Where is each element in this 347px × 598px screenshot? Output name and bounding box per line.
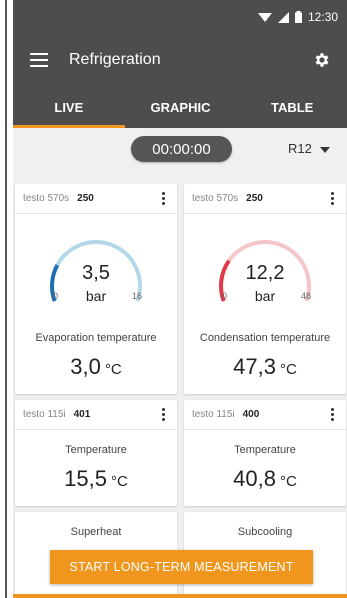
reading-label: Condensation temperature	[199, 332, 331, 344]
device-name: testo 115i	[192, 409, 235, 420]
reading-value: 15,5 °C	[15, 466, 177, 492]
gauge-min-label: 0	[53, 291, 59, 301]
dropdown-arrow-icon	[319, 141, 330, 156]
temperature-card-2: testo 115i 400 Temperature 40,8 °C	[184, 400, 346, 506]
evaporation-card: testo 570s 250 3,5 bar 0 16 Evaporation …	[15, 184, 177, 394]
reading-number: 15,5	[64, 466, 107, 491]
reading-unit: °C	[279, 361, 297, 378]
tab-table[interactable]: TABLE	[236, 86, 347, 128]
device-name: testo 570s	[23, 193, 70, 204]
gauge-max-label: 48	[301, 291, 312, 301]
reading-unit: °C	[104, 361, 122, 378]
reading-number: 47,3	[233, 354, 276, 379]
refrigerant-value: R12	[288, 141, 312, 156]
more-vert-icon[interactable]	[157, 408, 169, 421]
reading-number: 40,8	[233, 466, 276, 491]
gauge-unit: bar	[254, 288, 276, 304]
app-bar: Refrigeration	[13, 34, 347, 86]
reading-value: 3,0 °C	[15, 354, 177, 380]
menu-icon[interactable]	[27, 48, 51, 72]
device-serial: 400	[242, 409, 260, 420]
gauge-unit: bar	[85, 288, 107, 304]
reading-value: 40,8 °C	[184, 466, 346, 492]
reading-value: 47,3 °C	[184, 354, 346, 380]
gauge-value: 12,2	[245, 262, 285, 284]
refrigerant-selector[interactable]: R12	[288, 141, 330, 156]
gauge-max-label: 16	[132, 291, 143, 301]
reading-label: Subcooling	[237, 526, 293, 538]
pressure-gauge: 12,2 bar	[184, 214, 346, 314]
temperature-card-1: testo 115i 401 Temperature 15,5 °C	[15, 400, 177, 506]
wifi-icon	[257, 12, 272, 23]
condensation-card: testo 570s 250 12,2 bar 0 48 Condensatio…	[184, 184, 346, 394]
more-vert-icon[interactable]	[326, 408, 338, 421]
accent-bottom-bar	[13, 594, 347, 598]
tab-bar: LIVE GRAPHIC TABLE	[13, 86, 347, 128]
tab-live[interactable]: LIVE	[13, 86, 125, 128]
device-name: testo 570s	[192, 193, 239, 204]
reading-label: Temperature	[234, 444, 296, 456]
frame-border-left	[5, 0, 7, 598]
pressure-gauge: 3,5 bar	[15, 214, 177, 314]
card-header: testo 570s 250	[15, 184, 177, 214]
measurement-timer: 00:00:00	[131, 136, 232, 162]
card-header: testo 115i 401	[15, 400, 177, 430]
reading-unit: °C	[279, 473, 297, 490]
gauge-min-label: 0	[222, 291, 228, 301]
reading-label: Evaporation temperature	[35, 332, 157, 344]
battery-icon	[294, 11, 302, 23]
device-name: testo 115i	[23, 409, 66, 420]
gauge-value: 3,5	[82, 262, 110, 284]
card-header: testo 570s 250	[184, 184, 346, 214]
signal-icon	[277, 11, 289, 23]
tab-graphic[interactable]: GRAPHIC	[125, 86, 237, 128]
phone-screen: 12:30 Refrigeration LIVE GRAPHIC TABLE 0…	[13, 0, 347, 598]
more-vert-icon[interactable]	[157, 192, 169, 205]
app-title: Refrigeration	[69, 51, 161, 68]
reading-label: Superheat	[70, 526, 122, 538]
status-time: 12:30	[307, 10, 338, 24]
reading-label: Temperature	[65, 444, 127, 456]
settings-gear-icon[interactable]	[310, 48, 334, 72]
device-serial: 250	[246, 193, 263, 204]
timer-row: 00:00:00 R12	[13, 128, 347, 168]
more-vert-icon[interactable]	[326, 192, 338, 205]
device-serial: 250	[77, 193, 94, 204]
card-header: testo 115i 400	[184, 400, 346, 430]
reading-unit: °C	[110, 473, 128, 490]
reading-number: 3,0	[70, 354, 101, 379]
device-serial: 401	[73, 409, 91, 420]
start-long-term-measurement-button[interactable]: START LONG-TERM MEASUREMENT	[50, 550, 313, 584]
status-bar: 12:30	[13, 0, 347, 34]
